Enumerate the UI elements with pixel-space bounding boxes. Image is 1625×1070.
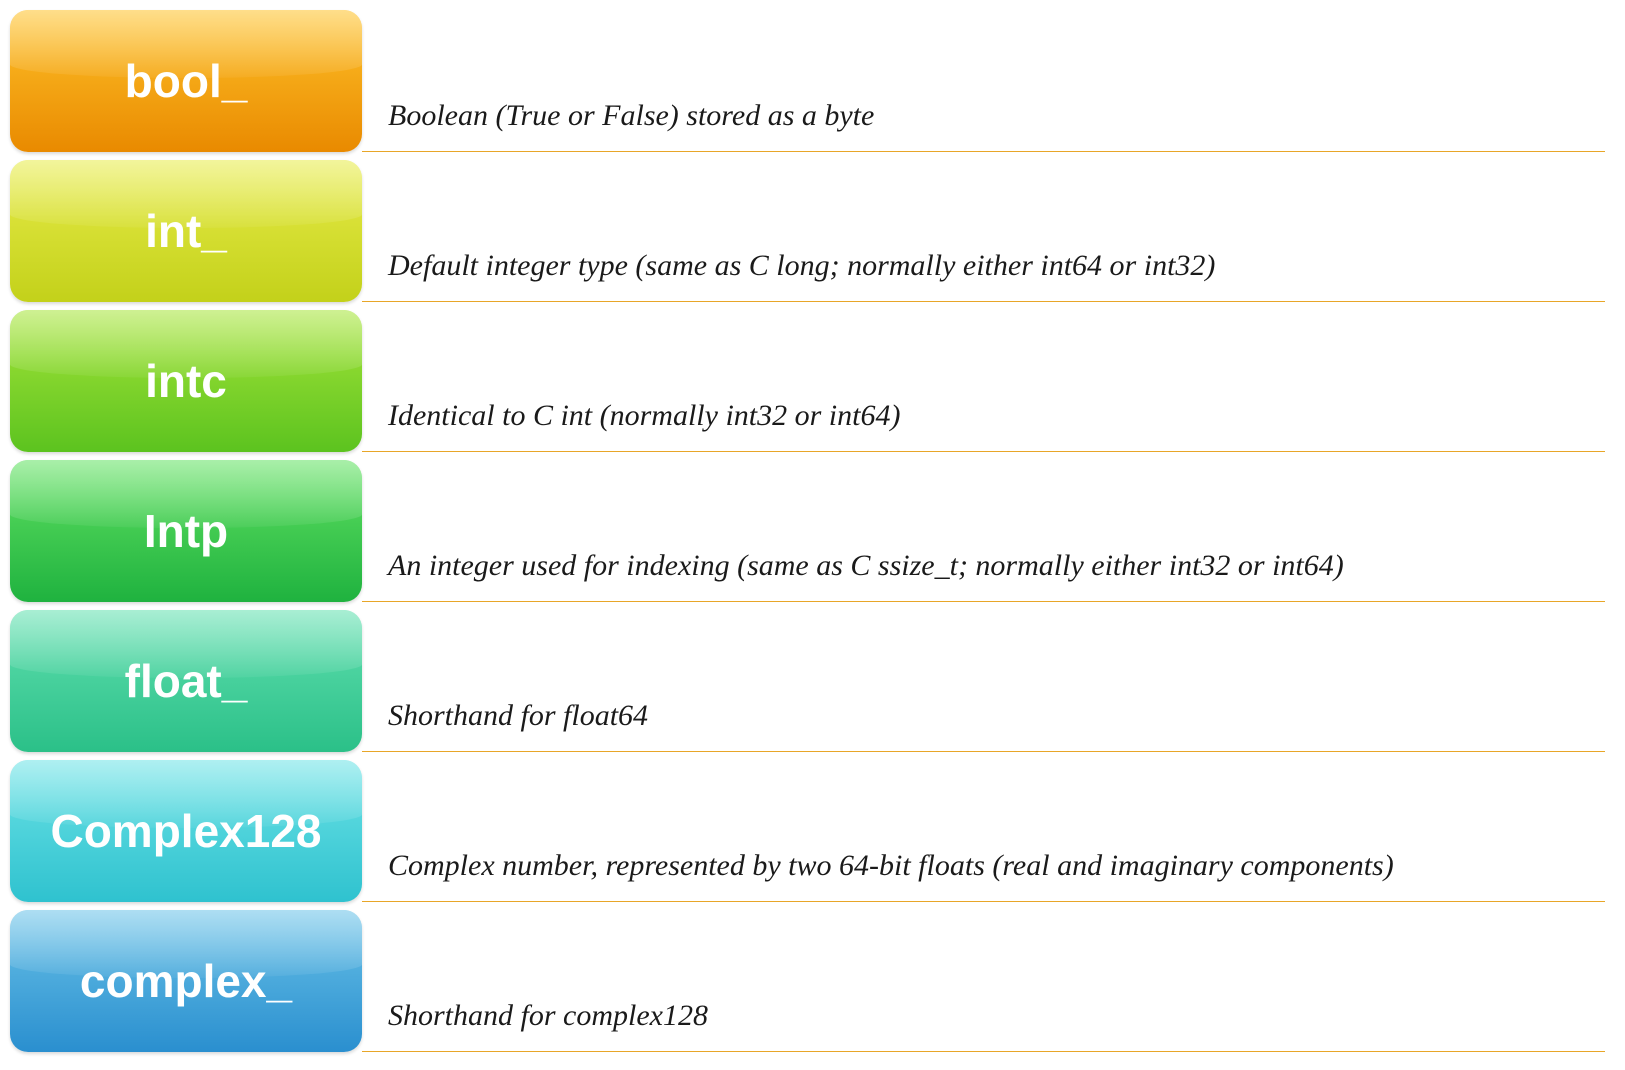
type-row: complex_ Shorthand for complex128: [10, 910, 1615, 1052]
type-row: Complex128 Complex number, represented by…: [10, 760, 1615, 902]
type-label: intc: [145, 354, 227, 408]
type-label: Intp: [144, 504, 228, 558]
type-label: bool_: [125, 54, 248, 108]
type-label: float_: [125, 654, 248, 708]
type-badge: intc: [10, 310, 362, 452]
type-row: float_ Shorthand for float64: [10, 610, 1615, 752]
type-row: int_ Default integer type (same as C long…: [10, 160, 1615, 302]
type-description: Shorthand for float64: [362, 610, 1605, 752]
type-description: Identical to C int (normally int32 or in…: [362, 310, 1605, 452]
type-description: An integer used for indexing (same as C …: [362, 460, 1605, 602]
type-description: Boolean (True or False) stored as a byte: [362, 10, 1605, 152]
type-label: Complex128: [50, 804, 321, 858]
type-badge: complex_: [10, 910, 362, 1052]
type-description: Shorthand for complex128: [362, 910, 1605, 1052]
type-row: Intp An integer used for indexing (same a…: [10, 460, 1615, 602]
type-badge: Intp: [10, 460, 362, 602]
type-label: complex_: [80, 954, 292, 1008]
type-label: int_: [145, 204, 227, 258]
type-description: Default integer type (same as C long; no…: [362, 160, 1605, 302]
type-badge: float_: [10, 610, 362, 752]
type-badge: bool_: [10, 10, 362, 152]
type-badge: Complex128: [10, 760, 362, 902]
type-row: bool_ Boolean (True or False) stored as a…: [10, 10, 1615, 152]
type-row: intc Identical to C int (normally int32 o…: [10, 310, 1615, 452]
type-badge: int_: [10, 160, 362, 302]
type-list: bool_ Boolean (True or False) stored as a…: [10, 10, 1615, 1052]
type-description: Complex number, represented by two 64-bi…: [362, 760, 1605, 902]
